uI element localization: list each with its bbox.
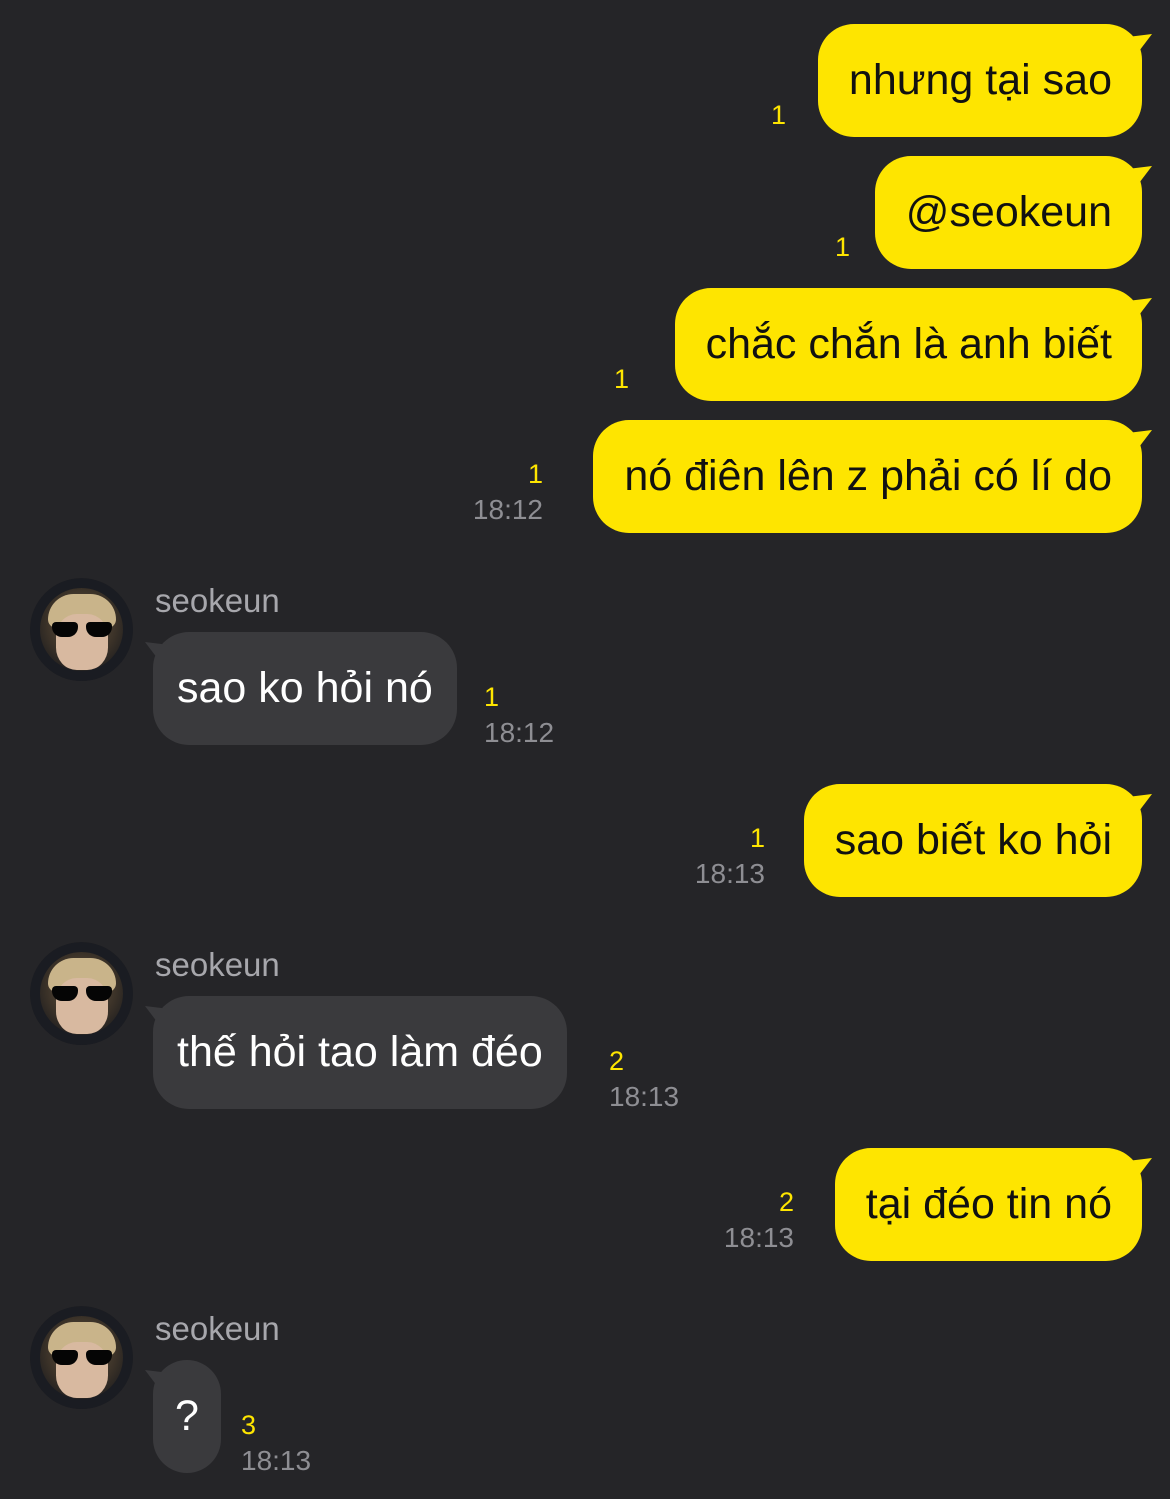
unread-count: 1 <box>527 459 543 489</box>
message-timestamp: 18:13 <box>609 1081 680 1112</box>
message-text: sao ko hỏi nó <box>177 664 433 712</box>
message-text: sao biết ko hỏi <box>834 816 1112 864</box>
unread-count: 1 <box>613 364 629 394</box>
unread-count: 1 <box>834 232 850 262</box>
unread-count: 1 <box>770 100 786 130</box>
message-text: ? <box>175 1392 199 1440</box>
avatar[interactable] <box>30 578 133 681</box>
message-timestamp: 18:12 <box>472 494 543 525</box>
unread-count: 1 <box>484 682 500 712</box>
avatar[interactable] <box>30 1306 133 1409</box>
incoming-message-bubble[interactable]: thế hỏi tao làm đéo <box>153 996 567 1109</box>
message-text: nó điên lên z phải có lí do <box>624 452 1112 500</box>
outgoing-message-bubble[interactable]: chắc chắn là anh biết <box>674 288 1142 401</box>
avatar-hood <box>30 1306 133 1409</box>
unread-count: 1 <box>749 823 765 853</box>
avatar-hood <box>30 942 133 1045</box>
message-timestamp: 18:13 <box>723 1222 794 1253</box>
message-timestamp: 18:13 <box>241 1445 312 1476</box>
avatar-hood <box>30 578 133 681</box>
outgoing-message-bubble[interactable]: tại đéo tin nó <box>834 1148 1142 1261</box>
sender-name[interactable]: seokeun <box>155 583 280 619</box>
sender-name[interactable]: seokeun <box>155 947 280 983</box>
sender-name[interactable]: seokeun <box>155 1311 280 1347</box>
avatar[interactable] <box>30 942 133 1045</box>
outgoing-message-bubble[interactable]: nó điên lên z phải có lí do <box>593 420 1142 533</box>
incoming-message-bubble[interactable]: sao ko hỏi nó <box>153 632 457 745</box>
message-timestamp: 18:12 <box>484 717 555 748</box>
unread-count: 2 <box>778 1187 794 1217</box>
unread-count: 3 <box>241 1410 257 1440</box>
message-text: @seokeun <box>905 188 1112 236</box>
outgoing-message-bubble[interactable]: nhưng tại sao <box>817 24 1142 137</box>
message-text: nhưng tại sao <box>848 56 1112 104</box>
chat-room: nhưng tại sao 1 @seokeun 1 chắc chắn là … <box>0 0 1170 1499</box>
outgoing-message-bubble[interactable]: @seokeun <box>874 156 1142 269</box>
message-text: thế hỏi tao làm đéo <box>177 1028 543 1076</box>
message-timestamp: 18:13 <box>694 858 765 889</box>
incoming-message-bubble[interactable]: ? <box>153 1360 221 1473</box>
message-text: chắc chắn là anh biết <box>705 320 1112 368</box>
outgoing-message-bubble[interactable]: sao biết ko hỏi <box>803 784 1142 897</box>
unread-count: 2 <box>609 1046 625 1076</box>
message-text: tại đéo tin nó <box>865 1180 1112 1228</box>
